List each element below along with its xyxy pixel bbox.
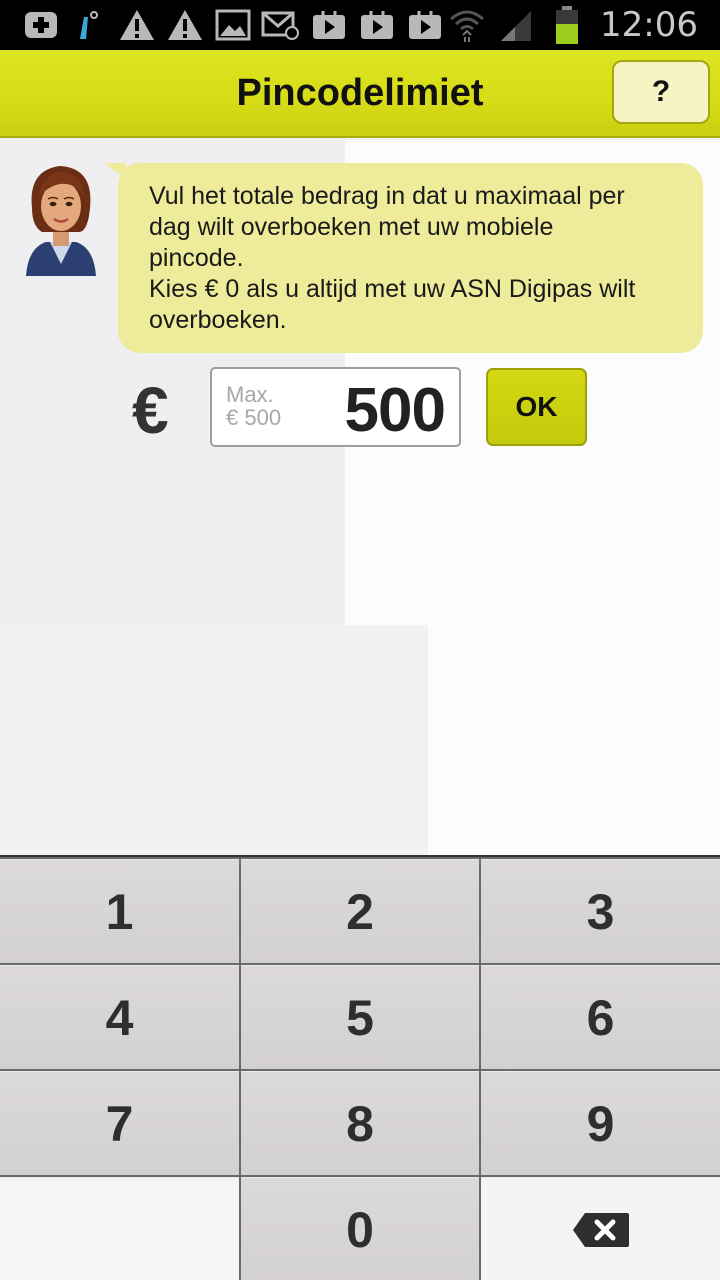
app-header: Pincodelimiet ? <box>0 50 720 138</box>
warning-icon <box>164 7 206 43</box>
image-icon <box>212 7 254 43</box>
ok-button[interactable]: OK <box>486 368 587 446</box>
key-7[interactable]: 7 <box>0 1071 239 1175</box>
key-blank <box>0 1177 239 1280</box>
numeric-keypad: 1 2 3 4 5 6 7 8 9 0 <box>0 855 720 1280</box>
mail-icon <box>260 7 302 43</box>
key-2[interactable]: 2 <box>241 859 479 963</box>
battery-icon <box>546 6 588 44</box>
key-3[interactable]: 3 <box>481 859 720 963</box>
instruction-line: dag wilt overboeken met uw mobiele <box>149 213 554 241</box>
help-button[interactable]: ? <box>612 60 710 124</box>
signal-up-icon <box>68 7 110 43</box>
amount-input[interactable]: Max. € 500 500 <box>210 367 461 447</box>
key-5[interactable]: 5 <box>241 965 479 1069</box>
instruction-line: Vul het totale bedrag in dat u maximaal … <box>149 182 625 210</box>
wifi-icon <box>446 7 488 43</box>
instruction-line: Kies € 0 als u altijd met uw ASN Digipas… <box>149 275 636 303</box>
page-title: Pincodelimiet <box>236 71 484 114</box>
cell-signal-icon <box>496 7 538 43</box>
play-store-icon <box>308 7 350 43</box>
status-bar: 12:06 <box>0 0 720 50</box>
content-area-lower-light <box>428 625 720 855</box>
currency-symbol: € <box>132 373 169 447</box>
warning-icon <box>116 7 158 43</box>
assistant-avatar <box>22 160 100 276</box>
key-4[interactable]: 4 <box>0 965 239 1069</box>
key-6[interactable]: 6 <box>481 965 720 1069</box>
play-store-icon <box>404 7 446 43</box>
backspace-key[interactable] <box>481 1177 720 1280</box>
instruction-bubble: Vul het totale bedrag in dat u maximaal … <box>104 163 703 353</box>
play-store-icon <box>356 7 398 43</box>
amount-max-hint: Max. € 500 <box>226 383 281 429</box>
key-8[interactable]: 8 <box>241 1071 479 1175</box>
amount-hint-label: Max. <box>226 382 274 407</box>
instruction-line: pincode. <box>149 244 244 272</box>
amount-hint-value: € 500 <box>226 405 282 430</box>
key-0[interactable]: 0 <box>241 1177 479 1280</box>
key-1[interactable]: 1 <box>0 859 239 963</box>
backspace-icon <box>571 1211 631 1249</box>
plus-box-icon <box>20 7 62 43</box>
amount-value: 500 <box>344 376 446 445</box>
clock: 12:06 <box>600 5 698 45</box>
key-9[interactable]: 9 <box>481 1071 720 1175</box>
instruction-line: overboeken. <box>149 306 287 334</box>
